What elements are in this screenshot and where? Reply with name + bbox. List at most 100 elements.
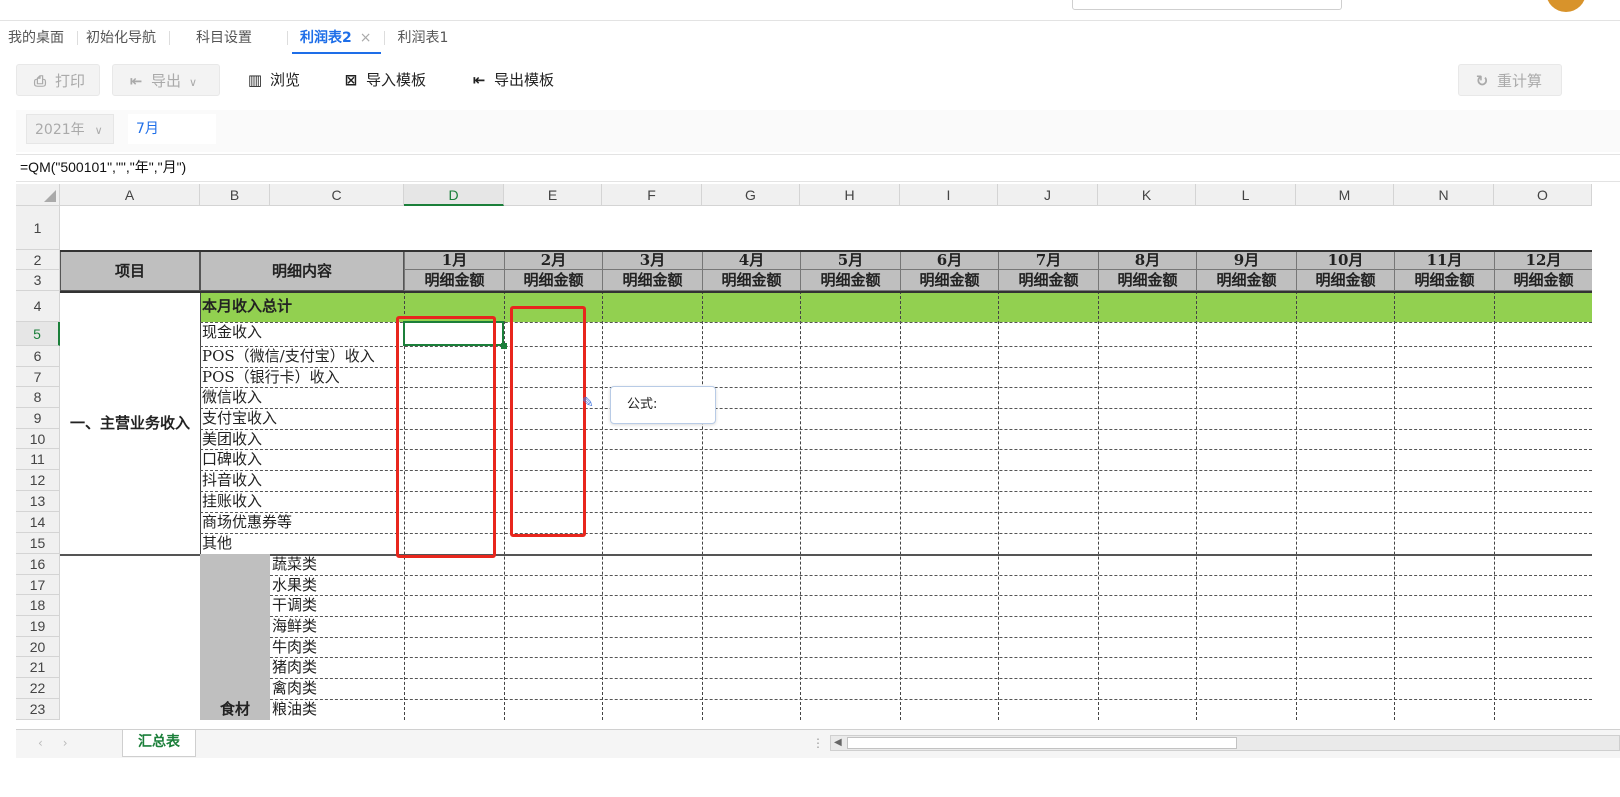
bar-chart-icon: ▥ — [247, 71, 263, 89]
sheet-tab-summary[interactable]: 汇总表 — [122, 730, 196, 757]
column-header[interactable]: C — [270, 184, 404, 206]
amount-header: 明细金额 — [404, 270, 504, 291]
search-input[interactable] — [1072, 0, 1342, 10]
row-header[interactable]: 22 — [16, 678, 60, 699]
column-header[interactable]: B — [200, 184, 270, 206]
column-header[interactable]: A — [60, 184, 200, 206]
row-header[interactable]: 8 — [16, 387, 60, 408]
column-header[interactable]: K — [1098, 184, 1196, 206]
tab-profit-statement-1[interactable]: 利润表1 — [385, 20, 462, 54]
grid-line — [1394, 291, 1395, 720]
column-header[interactable]: I — [900, 184, 998, 206]
row-header[interactable]: 18 — [16, 595, 60, 616]
horizontal-scrollbar[interactable]: ◀ — [830, 735, 1620, 751]
detail-item: 现金收入 — [202, 323, 263, 341]
row-header[interactable]: 10 — [16, 429, 60, 449]
recalc-button[interactable]: ↻ 重计算 — [1458, 64, 1562, 96]
amount-header: 明细金额 — [1296, 270, 1394, 291]
formula-bar[interactable]: =QM("500101","","年","月") — [16, 154, 1620, 182]
browse-button[interactable]: ▥ 浏览 — [246, 64, 300, 96]
import-template-button[interactable]: ⊠ 导入模板 — [342, 64, 426, 96]
row-header[interactable]: 23 — [16, 699, 60, 720]
row-header[interactable]: 5 — [16, 322, 60, 346]
detail-item: 禽肉类 — [272, 679, 318, 697]
row-header[interactable]: 2 — [16, 250, 60, 270]
grid-line — [1098, 291, 1099, 720]
row-header[interactable]: 20 — [16, 637, 60, 657]
detail-item: 美团收入 — [202, 430, 263, 448]
row-header[interactable]: 7 — [16, 367, 60, 387]
print-button[interactable]: ⎙ 打印 — [16, 64, 100, 96]
detail-item: 支付宝收入 — [202, 409, 278, 427]
month-value: 7月 — [136, 121, 159, 137]
scrollbar-thumb[interactable] — [847, 737, 1237, 749]
spreadsheet[interactable]: A B C D E F G H I J K L M N O 1 2 3 4 5 6 7 8 9 10 11 12 13 14 15 16 17… — [16, 184, 1620, 729]
top-strip — [0, 0, 1620, 21]
row-header[interactable]: 1 — [16, 206, 60, 250]
row-header[interactable]: 11 — [16, 449, 60, 470]
row-header[interactable]: 15 — [16, 533, 60, 554]
grid-line — [800, 291, 801, 720]
month-select[interactable]: 7月 — [128, 114, 216, 144]
row-header[interactable]: 12 — [16, 470, 60, 491]
column-header[interactable]: M — [1296, 184, 1394, 206]
month-header: 7月 — [998, 250, 1098, 270]
row-header[interactable]: 19 — [16, 616, 60, 637]
amount-header: 明细金额 — [1098, 270, 1196, 291]
tab-init-guide[interactable]: 初始化导航 — [78, 20, 170, 54]
detail-item: 口碑收入 — [202, 450, 263, 468]
header-bottom — [60, 291, 1592, 293]
export-template-label: 导出模板 — [494, 71, 555, 89]
detail-item: 海鲜类 — [272, 617, 318, 635]
header-item: 项目 — [60, 250, 200, 291]
amount-header: 明细金额 — [702, 270, 800, 291]
grid-line — [504, 291, 505, 720]
scroll-left-icon[interactable]: ◀ — [834, 736, 842, 750]
row-header[interactable]: 16 — [16, 554, 60, 575]
row-header[interactable]: 21 — [16, 657, 60, 678]
section2-category — [200, 554, 270, 720]
row-header[interactable]: 6 — [16, 346, 60, 367]
row-header[interactable]: 17 — [16, 575, 60, 595]
row-header[interactable]: 9 — [16, 408, 60, 429]
column-header[interactable]: H — [800, 184, 900, 206]
column-header[interactable]: F — [602, 184, 702, 206]
row-header[interactable]: 13 — [16, 491, 60, 512]
year-select[interactable]: 2021年 ∨ — [26, 114, 114, 144]
grid-line — [200, 657, 1592, 658]
toolbar: ⎙ 打印 ⇤ 导出 ∨ ▥ 浏览 ⊠ 导入模板 ⇤ 导出模板 ↻ 重计算 — [16, 64, 1620, 98]
tab-profit-statement-2[interactable]: 利润表2 × — [288, 20, 386, 54]
total-label: 本月收入总计 — [202, 297, 293, 315]
column-header[interactable]: E — [504, 184, 602, 206]
splitter-handle[interactable]: ⋮ — [812, 736, 824, 750]
month-header: 5月 — [800, 250, 900, 270]
month-header: 9月 — [1196, 250, 1296, 270]
row-header[interactable]: 4 — [16, 291, 60, 322]
grid-line — [900, 291, 901, 720]
tab-label: 利润表1 — [397, 30, 449, 46]
export-label: 导出 — [151, 72, 182, 90]
select-all-corner[interactable] — [16, 184, 60, 206]
column-header[interactable]: O — [1494, 184, 1592, 206]
column-header[interactable]: D — [404, 184, 504, 206]
column-header[interactable]: J — [998, 184, 1098, 206]
header-top — [60, 250, 1592, 252]
printer-icon: ⎙ — [33, 72, 46, 90]
column-header[interactable]: N — [1394, 184, 1494, 206]
column-header[interactable]: G — [702, 184, 800, 206]
grid-line — [200, 616, 1592, 617]
month-header: 1月 — [404, 250, 504, 270]
export-template-button[interactable]: ⇤ 导出模板 — [470, 64, 554, 96]
row-header[interactable]: 3 — [16, 270, 60, 291]
browse-label: 浏览 — [270, 71, 301, 89]
detail-item: 商场优惠券等 — [202, 513, 293, 531]
tab-my-desktop[interactable]: 我的桌面 — [0, 20, 78, 54]
close-icon[interactable]: × — [360, 30, 372, 46]
row-header[interactable]: 14 — [16, 512, 60, 533]
tab-account-settings[interactable]: 科目设置 — [170, 20, 288, 54]
export-button[interactable]: ⇤ 导出 ∨ — [112, 64, 220, 96]
column-header[interactable]: L — [1196, 184, 1296, 206]
sheet-nav-arrows[interactable]: ‹› — [38, 736, 88, 750]
edit-pencil-icon[interactable]: ✎ — [582, 396, 596, 410]
amount-header: 明细金额 — [1494, 270, 1592, 291]
